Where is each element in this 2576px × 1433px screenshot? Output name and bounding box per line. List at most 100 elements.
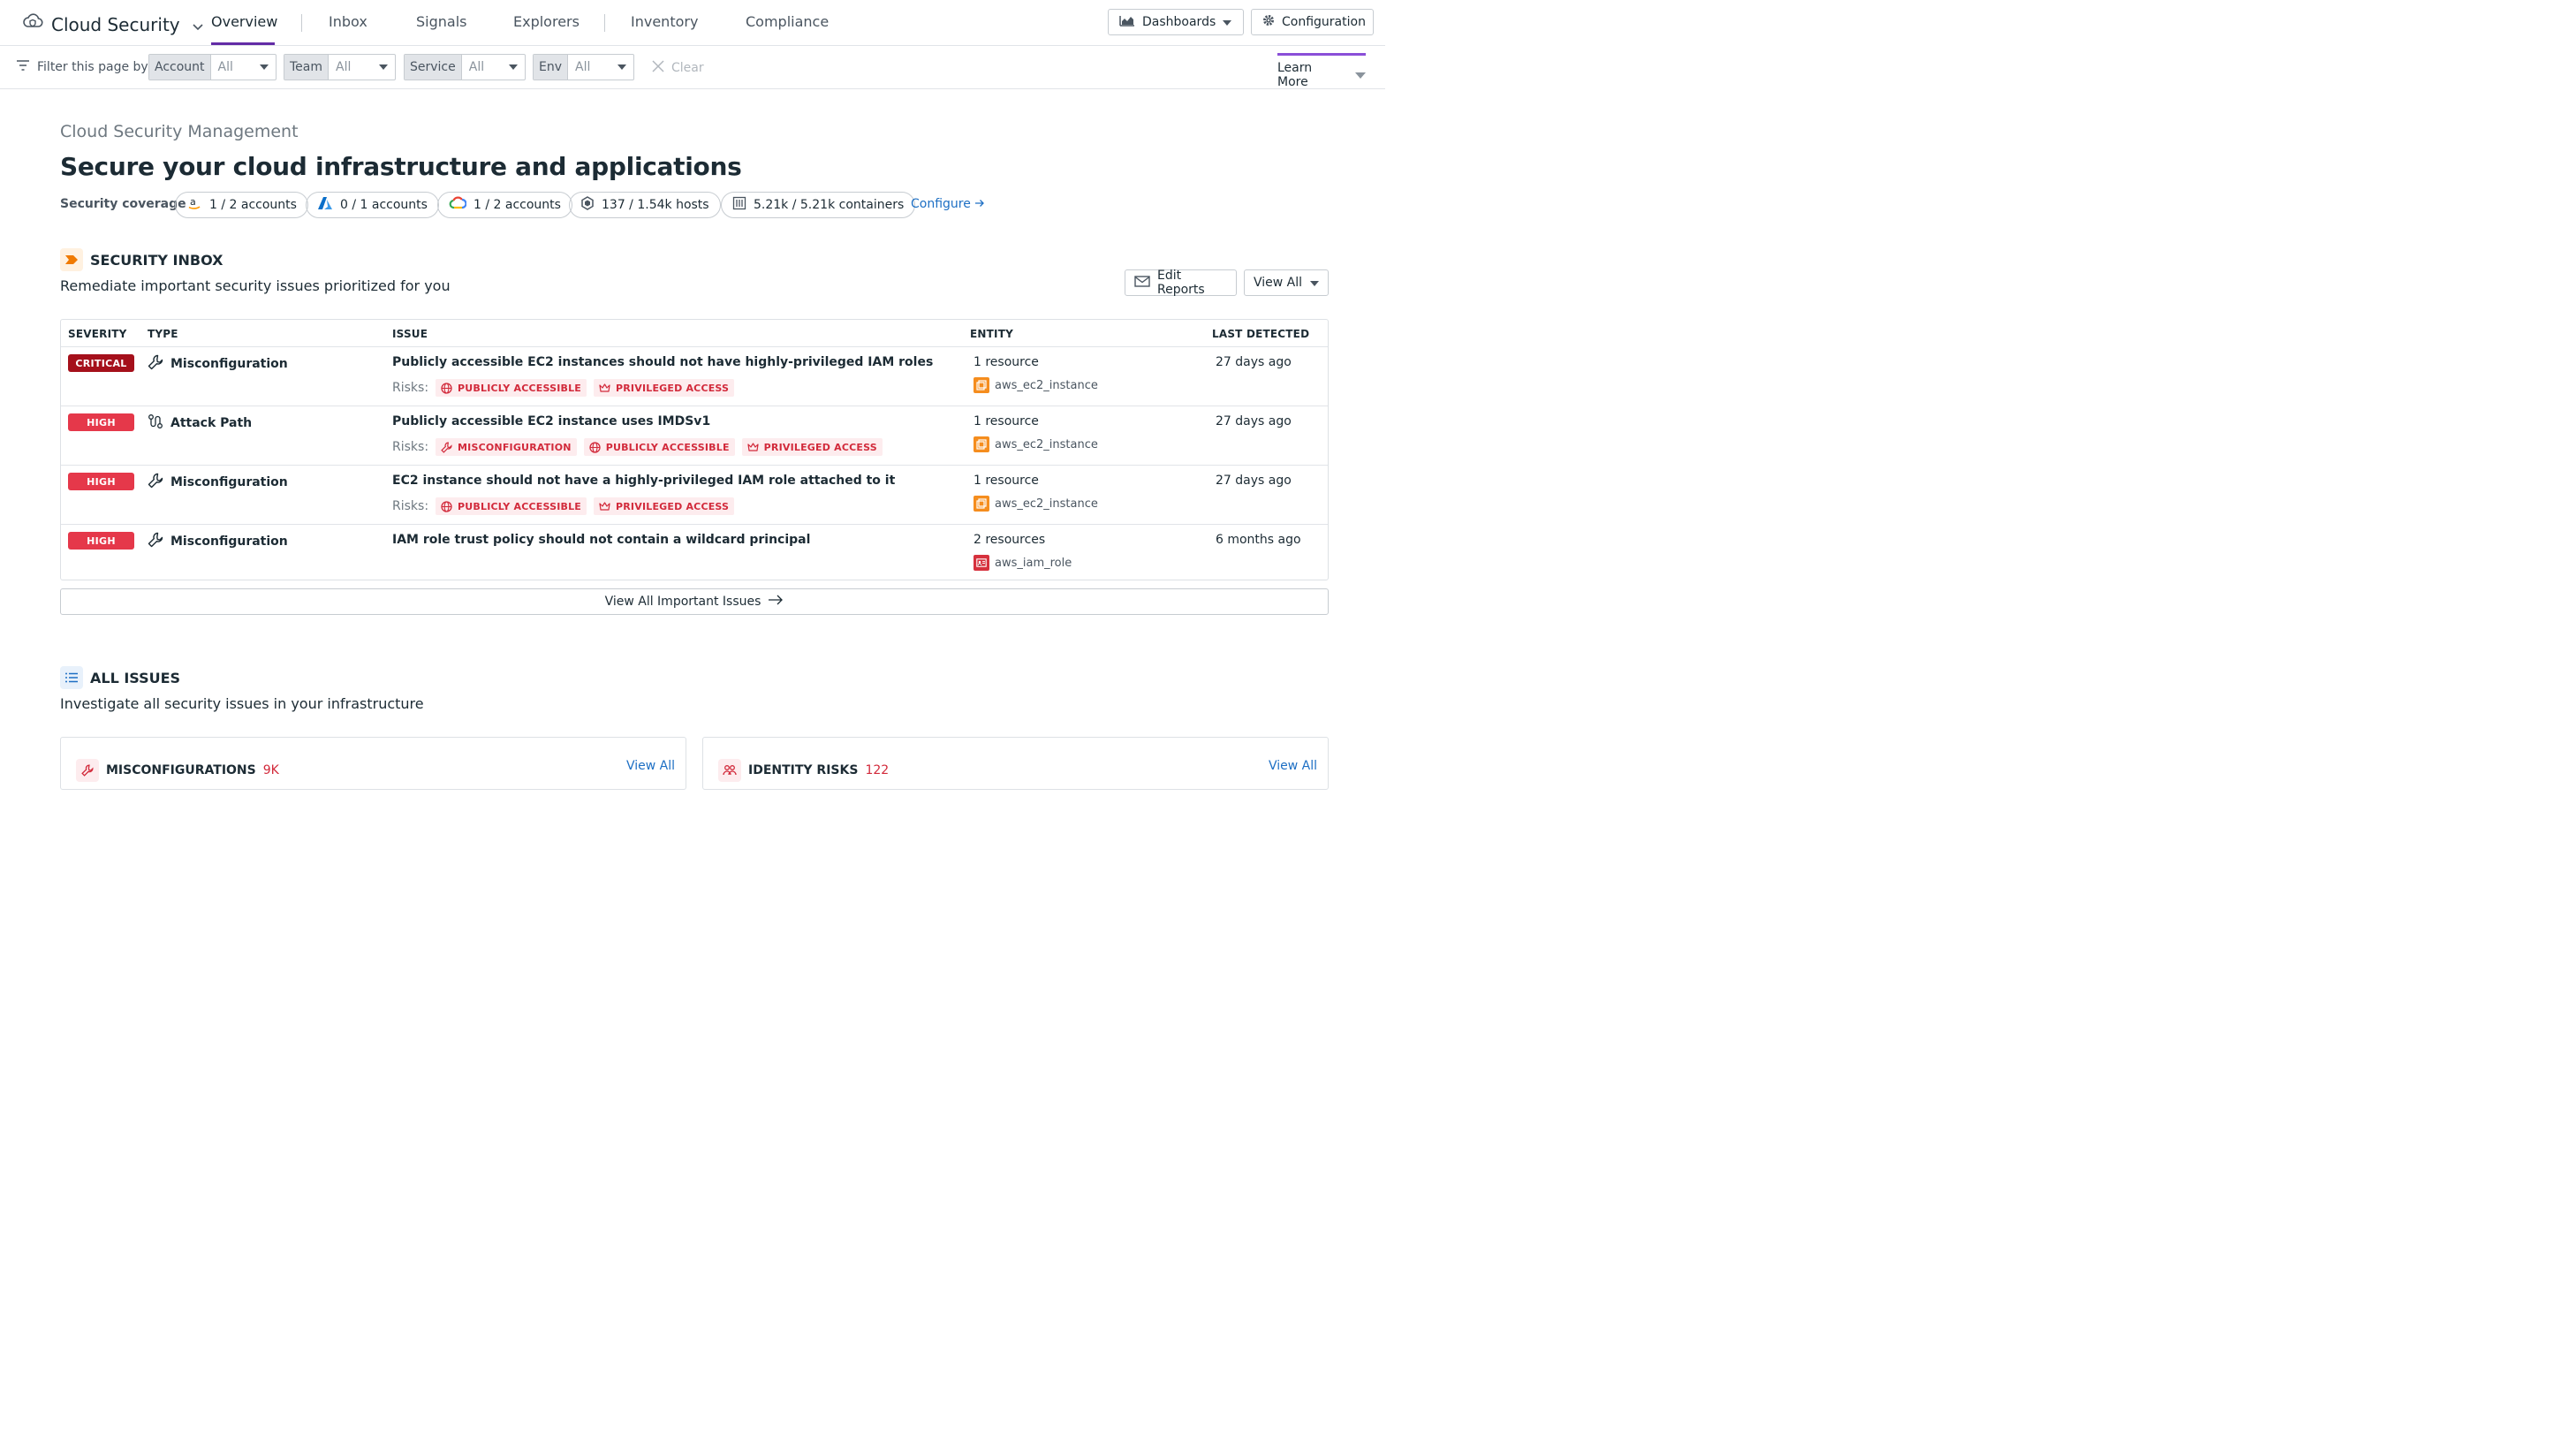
last-detected: 6 months ago	[1216, 533, 1301, 547]
coverage-chip-containers[interactable]: 5.21k / 5.21k containers	[721, 192, 916, 218]
wrench-icon	[76, 759, 99, 782]
issue-title[interactable]: Publicly accessible EC2 instances should…	[392, 355, 933, 369]
filter-env[interactable]: Env All	[533, 54, 634, 80]
issue-type: Misconfiguration	[148, 473, 288, 492]
card-title: IDENTITY RISKS 122	[718, 759, 889, 782]
edit-reports-button[interactable]: Edit Reports	[1125, 269, 1237, 297]
configuration-button[interactable]: Configuration	[1251, 9, 1374, 35]
crown-icon	[747, 443, 759, 451]
filter-icon	[16, 60, 30, 74]
security-inbox-description: Remediate important security issues prio…	[60, 277, 451, 294]
ec2-instance-icon	[974, 496, 989, 512]
tab-inventory[interactable]: Inventory	[631, 13, 698, 30]
filter-label: Filter this page by	[16, 60, 148, 74]
column-header[interactable]: LAST DETECTED	[1212, 328, 1309, 340]
caret-down-icon	[509, 64, 518, 70]
learn-more-button[interactable]: Learn More	[1277, 53, 1366, 89]
filter-select[interactable]: All	[462, 55, 525, 80]
ec2-instance-icon	[974, 377, 989, 393]
configure-link[interactable]: Configure	[911, 197, 985, 211]
nav-divider	[604, 14, 605, 32]
svg-text:a: a	[190, 196, 196, 208]
column-header[interactable]: ENTITY	[970, 328, 1013, 340]
tab-compliance[interactable]: Compliance	[746, 13, 829, 30]
last-detected: 27 days ago	[1216, 414, 1292, 428]
view-all-important-issues-button[interactable]: View All Important Issues	[60, 588, 1329, 615]
entity-count: 1 resource	[974, 474, 1039, 488]
security-inbox-table: SEVERITY TYPE ISSUE ENTITY LAST DETECTED…	[60, 319, 1329, 580]
view-all-link[interactable]: View All	[626, 759, 675, 773]
table-row[interactable]: HIGH Misconfiguration EC2 instance shoul…	[61, 465, 1328, 524]
ec2-instance-icon	[974, 436, 989, 452]
view-all-dropdown[interactable]: View All	[1244, 269, 1329, 296]
filter-service[interactable]: Service All	[404, 54, 526, 80]
filter-name: Env	[534, 55, 569, 80]
tab-overview[interactable]: Overview	[211, 13, 277, 30]
product-switcher[interactable]: Cloud Security	[21, 11, 203, 38]
issue-title[interactable]: IAM role trust policy should not contain…	[392, 533, 810, 547]
caret-down-icon	[1355, 68, 1366, 82]
envelope-icon	[1134, 275, 1150, 291]
filter-name: Service	[405, 55, 462, 80]
cloud-security-icon	[21, 11, 44, 38]
tab-inbox[interactable]: Inbox	[329, 13, 367, 30]
last-detected: 27 days ago	[1216, 474, 1292, 488]
attack-path-icon	[148, 413, 163, 433]
caret-down-icon	[1310, 276, 1319, 290]
dashboards-button[interactable]: Dashboards	[1108, 9, 1244, 35]
issue-title[interactable]: EC2 instance should not have a highly-pr…	[392, 474, 895, 488]
column-header[interactable]: ISSUE	[392, 328, 428, 340]
card-title: MISCONFIGURATIONS 9K	[76, 759, 279, 782]
filter-select[interactable]: All	[568, 55, 633, 80]
entity-resource[interactable]: aws_iam_role	[974, 555, 1072, 571]
active-tab-indicator	[211, 42, 275, 45]
dashboards-label: Dashboards	[1142, 15, 1216, 29]
risk-tag: PRIVILEGED ACCESS	[594, 497, 735, 515]
coverage-chip-azure[interactable]: 0 / 1 accounts	[306, 192, 439, 218]
all-issues-description: Investigate all security issues in your …	[60, 695, 424, 712]
caret-down-icon	[617, 64, 626, 70]
entity-resource[interactable]: aws_ec2_instance	[974, 377, 1098, 393]
risk-tag: PRIVILEGED ACCESS	[594, 379, 735, 397]
card-count: 9K	[262, 763, 279, 777]
entity-resource[interactable]: aws_ec2_instance	[974, 496, 1098, 512]
table-row[interactable]: HIGH Attack Path Publicly accessible EC2…	[61, 406, 1328, 465]
coverage-label: Security coverage	[60, 197, 186, 211]
globe-icon	[441, 382, 452, 394]
container-icon	[732, 196, 746, 214]
view-all-link[interactable]: View All	[1269, 759, 1317, 773]
table-row[interactable]: HIGH Misconfiguration IAM role trust pol…	[61, 524, 1328, 580]
tab-signals[interactable]: Signals	[416, 13, 466, 30]
coverage-chip-aws[interactable]: a 1 / 2 accounts	[175, 192, 308, 218]
clear-filters-button[interactable]: Clear	[652, 60, 704, 76]
risks-list: Risks: PUBLICLY ACCESSIBLE PRIVILEGED AC…	[392, 379, 735, 397]
column-header[interactable]: TYPE	[148, 328, 178, 340]
wrench-icon	[148, 354, 163, 374]
coverage-chip-gcp[interactable]: 1 / 2 accounts	[437, 192, 572, 218]
globe-icon	[589, 441, 601, 453]
filter-account[interactable]: Account All	[148, 54, 277, 80]
severity-badge: HIGH	[68, 532, 134, 550]
table-row[interactable]: CRITICAL Misconfiguration Publicly acces…	[61, 346, 1328, 406]
column-header[interactable]: SEVERITY	[68, 328, 127, 340]
gcp-icon	[449, 196, 467, 214]
close-icon	[652, 60, 664, 76]
risk-tag: PUBLICLY ACCESSIBLE	[436, 497, 587, 515]
coverage-chip-hosts[interactable]: 137 / 1.54k hosts	[569, 192, 721, 218]
issue-title[interactable]: Publicly accessible EC2 instance uses IM…	[392, 414, 710, 428]
filter-name: Team	[284, 55, 330, 80]
tab-explorers[interactable]: Explorers	[513, 13, 580, 30]
wrench-icon	[148, 532, 163, 551]
list-icon	[60, 666, 83, 689]
azure-icon	[317, 196, 333, 214]
security-inbox-icon	[60, 248, 83, 271]
issue-type: Misconfiguration	[148, 532, 288, 551]
arrow-right-icon	[974, 197, 985, 211]
filter-name: Account	[149, 55, 211, 80]
wrench-icon	[441, 441, 452, 453]
entity-count: 1 resource	[974, 355, 1039, 369]
filter-team[interactable]: Team All	[284, 54, 396, 80]
filter-select[interactable]: All	[329, 55, 395, 80]
entity-resource[interactable]: aws_ec2_instance	[974, 436, 1098, 452]
filter-select[interactable]: All	[211, 55, 276, 80]
